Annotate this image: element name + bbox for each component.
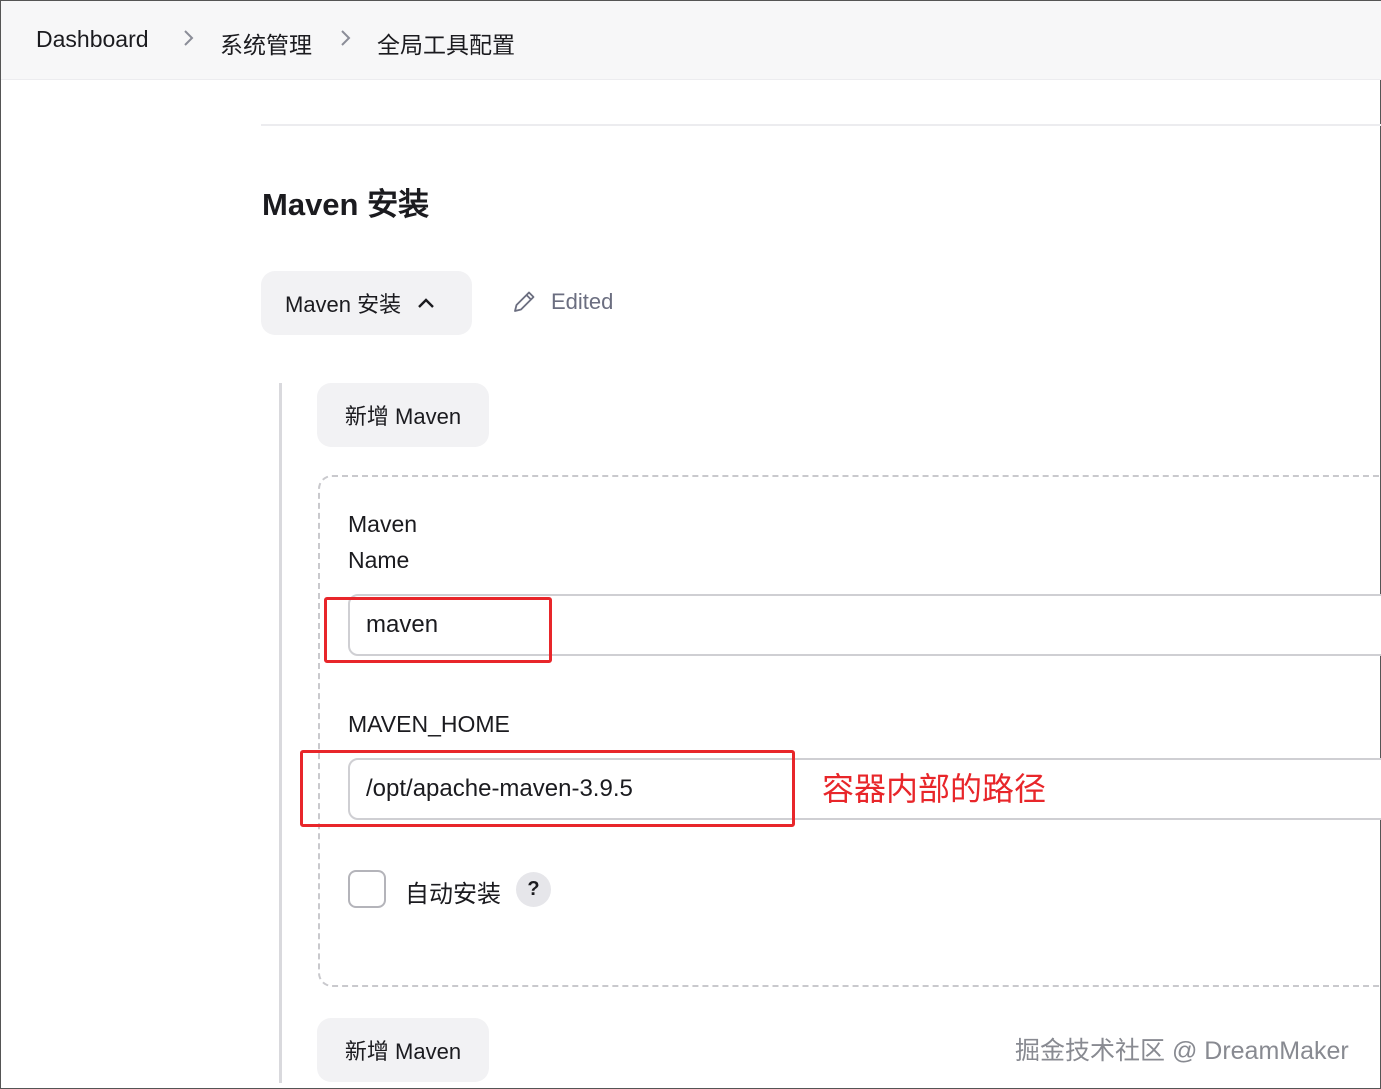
maven-name-label: Maven Name (348, 506, 417, 578)
add-maven-button[interactable]: 新增 Maven (317, 383, 489, 447)
edited-label: Edited (551, 289, 614, 314)
breadcrumb-dashboard[interactable]: Dashboard (36, 26, 149, 53)
add-maven-label: 新增 Maven (344, 1039, 462, 1064)
breadcrumb-system-manage[interactable]: 系统管理 (220, 26, 312, 60)
chevron-right-icon (182, 29, 196, 47)
edited-indicator: Edited (511, 289, 613, 315)
chevron-right-icon (339, 29, 353, 47)
maven-install-toggle-button[interactable]: Maven 安装 (261, 271, 472, 335)
annotation-container-path: 容器内部的路径 (822, 771, 1047, 807)
section-guide-line (279, 383, 282, 1083)
add-maven-label: 新增 Maven (344, 404, 462, 429)
breadcrumb-global-tool-config[interactable]: 全局工具配置 (377, 26, 515, 60)
pencil-icon (511, 289, 551, 315)
toggle-label: Maven 安装 (285, 292, 402, 317)
section-title: Maven 安装 (262, 187, 430, 222)
question-mark-icon: ? (527, 878, 540, 900)
maven-home-label: MAVEN_HOME (348, 711, 510, 737)
highlight-name-box (324, 597, 552, 663)
auto-install-checkbox[interactable] (348, 870, 386, 908)
maven-name-label-line2: Name (348, 547, 410, 573)
chevron-up-icon (417, 297, 435, 309)
maven-name-label-line1: Maven (348, 511, 418, 537)
breadcrumb-bar: Dashboard 系统管理 全局工具配置 (1, 1, 1381, 80)
help-button[interactable]: ? (516, 872, 551, 907)
section-divider (261, 124, 1381, 126)
watermark: 掘金技术社区 @ DreamMaker (1015, 1037, 1349, 1065)
highlight-home-box (300, 750, 795, 827)
add-maven-button-bottom[interactable]: 新增 Maven (317, 1018, 489, 1082)
auto-install-label[interactable]: 自动安装 (405, 874, 501, 909)
